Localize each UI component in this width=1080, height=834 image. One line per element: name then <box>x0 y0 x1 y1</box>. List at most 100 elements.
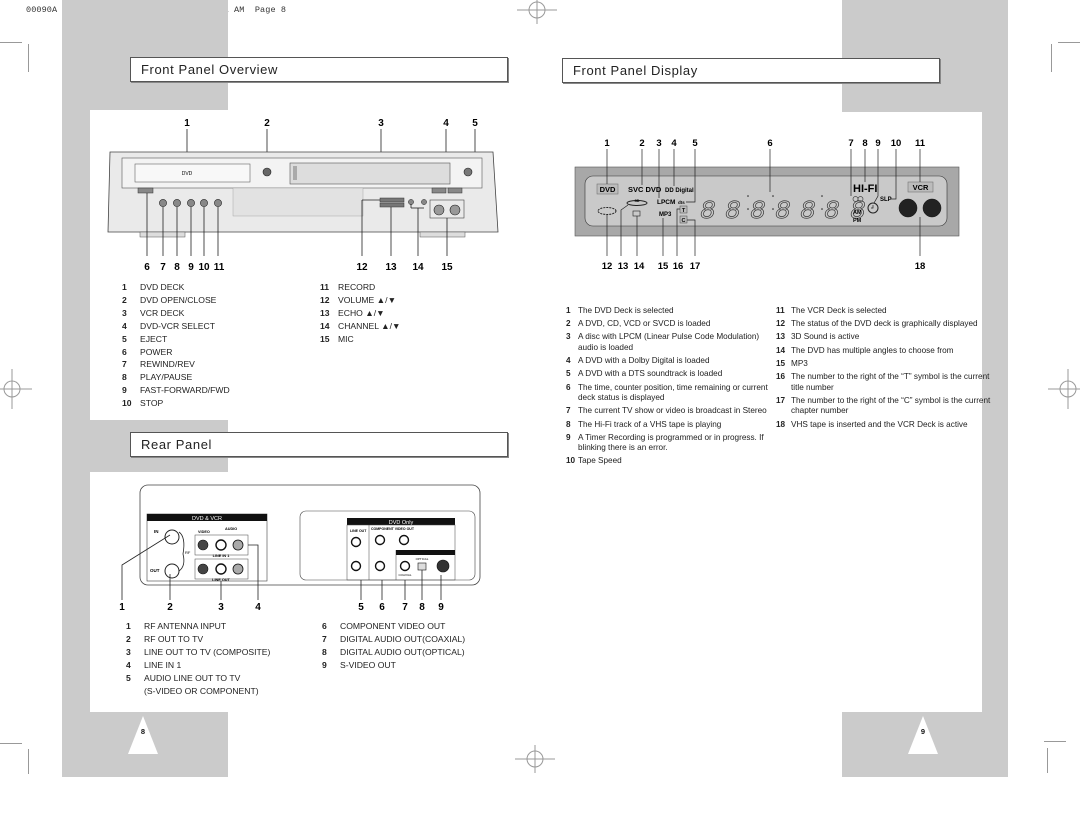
legend-number: 12 <box>776 319 786 329</box>
section-title-front-panel-display: Front Panel Display <box>562 58 940 83</box>
section-title-rear-panel: Rear Panel <box>130 432 508 457</box>
legend-item: 3 LINE OUT TO TV (COMPOSITE) <box>126 646 270 659</box>
svg-text:C: C <box>682 218 686 224</box>
legend-label: LINE IN 1 <box>144 659 182 670</box>
display-callout-15: 15 <box>658 261 669 272</box>
legend-number: 9 <box>322 659 327 670</box>
legend-item: 13 3D Sound is active <box>776 332 991 343</box>
crop-mark <box>1047 748 1048 773</box>
legend-number: 14 <box>776 345 786 355</box>
rear-panel-legend-col2: 6 COMPONENT VIDEO OUT 7 DIGITAL AUDIO OUT(C… <box>322 620 465 672</box>
legend-number: 4 <box>566 356 571 366</box>
svg-text:LINE OUT: LINE OUT <box>350 529 367 533</box>
display-lpcm: LPCM <box>657 199 675 206</box>
legend-number: 8 <box>322 646 327 657</box>
legend-item: 1 DVD DECK <box>122 281 230 294</box>
legend-label: A DVD, CD, VCD or SVCD is loaded <box>578 319 711 329</box>
rear-panel-illustration: DVD & VCR IN OUT RF VIDEO AUDIO LINE IN … <box>119 484 481 613</box>
legend-item: 10 Tape Speed <box>566 456 778 467</box>
legend-number: 15 <box>776 358 786 368</box>
legend-item: 9 FAST-FORWARD/FWD <box>122 384 230 397</box>
legend-label: The status of the DVD deck is graphicall… <box>791 319 978 329</box>
registration-mark-icon <box>515 745 555 773</box>
legend-label: DIGITAL AUDIO OUT(OPTICAL) <box>340 646 465 657</box>
display-callout-17: 17 <box>690 261 701 272</box>
legend-label: RF OUT TO TV <box>144 633 204 644</box>
legend-item: 6 COMPONENT VIDEO OUT <box>322 620 465 633</box>
digit-2: 8 <box>725 196 741 226</box>
display-callout-9: 9 <box>875 138 880 149</box>
legend-item: 7 REWIND/REV <box>122 358 230 371</box>
rear-callout-3: 3 <box>218 602 224 613</box>
registration-mark-icon <box>1048 369 1080 409</box>
legend-item: 8 The Hi-Fi track of a VHS tape is playin… <box>566 420 778 431</box>
legend-item: 10 STOP <box>122 397 230 410</box>
crop-mark <box>1044 741 1066 742</box>
legend-label: RECORD <box>338 282 376 292</box>
svg-text:IN: IN <box>154 529 159 534</box>
legend-label: A Timer Recording is programmed or in pr… <box>578 432 764 453</box>
display-hifi: HI-FI <box>853 183 877 195</box>
display-vcr: VCR <box>913 183 929 192</box>
legend-item: 4 DVD-VCR SELECT <box>122 320 230 333</box>
legend-label: The time, counter position, time remaini… <box>578 382 768 403</box>
legend-item: 2 A DVD, CD, VCD or SVCD is loaded <box>566 319 778 330</box>
rear-callout-1: 1 <box>119 602 125 613</box>
legend-item: (S-VIDEO OR COMPONENT) <box>126 685 270 698</box>
display-callout-14: 14 <box>634 261 645 272</box>
legend-number: 16 <box>776 371 786 381</box>
display-callout-13: 13 <box>618 261 629 272</box>
legend-item: 1 The DVD Deck is selected <box>566 306 778 317</box>
legend-label: RF ANTENNA INPUT <box>144 621 227 631</box>
display-callout-1: 1 <box>604 138 610 149</box>
legend-number: 4 <box>122 320 127 331</box>
legend-item: 9 S-VIDEO OUT <box>322 659 465 672</box>
digit-6: 8 <box>824 196 840 226</box>
display-digital: DD Digital <box>665 188 694 194</box>
legend-item: 5 AUDIO LINE OUT TO TV <box>126 672 270 685</box>
legend-item: 1 RF ANTENNA INPUT <box>126 620 270 633</box>
legend-number: 7 <box>322 633 327 644</box>
legend-label: REWIND/REV <box>140 359 195 370</box>
display-dts: dts <box>678 200 685 205</box>
display-am: AM <box>853 210 862 216</box>
legend-label: (S-VIDEO OR COMPONENT) <box>144 685 259 696</box>
crop-mark <box>28 44 29 72</box>
svg-text:COAXIAL: COAXIAL <box>398 573 411 577</box>
legend-label: MIC <box>338 333 354 344</box>
display-mp3: MP3 <box>659 212 672 218</box>
svg-text:AUDIO: AUDIO <box>225 527 237 531</box>
legend-label: DVD OPEN/CLOSE <box>140 294 217 305</box>
legend-number: 11 <box>776 306 785 315</box>
legend-item: 7 The current TV show or video is broadca… <box>566 406 778 417</box>
legend-label: FAST-FORWARD/FWD <box>140 385 230 396</box>
callout-1: 1 <box>184 118 190 129</box>
page-number: 8 <box>140 727 146 736</box>
legend-number: 11 <box>320 282 330 292</box>
crop-mark <box>1051 44 1052 72</box>
legend-number: 2 <box>126 633 131 644</box>
white-notch <box>90 700 228 712</box>
legend-item: 12 The status of the DVD deck is graphica… <box>776 319 991 330</box>
legend-number: 10 <box>566 456 576 466</box>
registration-mark-icon <box>0 369 32 409</box>
legend-item: 4 A DVD with a Dolby Digital is loaded <box>566 356 778 367</box>
front-display-legend-col1: 1 The DVD Deck is selected 2 A DVD, CD, VCD… <box>566 306 778 470</box>
svg-text:RF: RF <box>185 550 191 555</box>
display-callout-5: 5 <box>692 138 698 149</box>
rear-panel-legend-col1: 1 RF ANTENNA INPUT 2 RF OUT TO TV 3 LINE OUT … <box>126 620 270 697</box>
legend-item: 7 DIGITAL AUDIO OUT(COAXIAL) <box>322 633 465 646</box>
legend-label: S-VIDEO OUT <box>340 659 396 670</box>
front-display-illustration: DVD SVC DVD DD Digital LPCM dts 3D MP3 T… <box>574 138 960 272</box>
callout-15: 15 <box>441 262 453 273</box>
digit-1: 8 <box>700 196 716 226</box>
legend-number: 3 <box>566 332 571 342</box>
gray-band <box>62 110 90 720</box>
display-callout-12: 12 <box>602 261 613 272</box>
legend-number: 18 <box>776 419 786 429</box>
display-callout-3: 3 <box>656 138 661 149</box>
legend-item: 4 LINE IN 1 <box>126 659 270 672</box>
callout-5: 5 <box>472 118 478 129</box>
svg-text:VIDEO: VIDEO <box>198 530 210 534</box>
legend-number: 15 <box>320 333 330 344</box>
